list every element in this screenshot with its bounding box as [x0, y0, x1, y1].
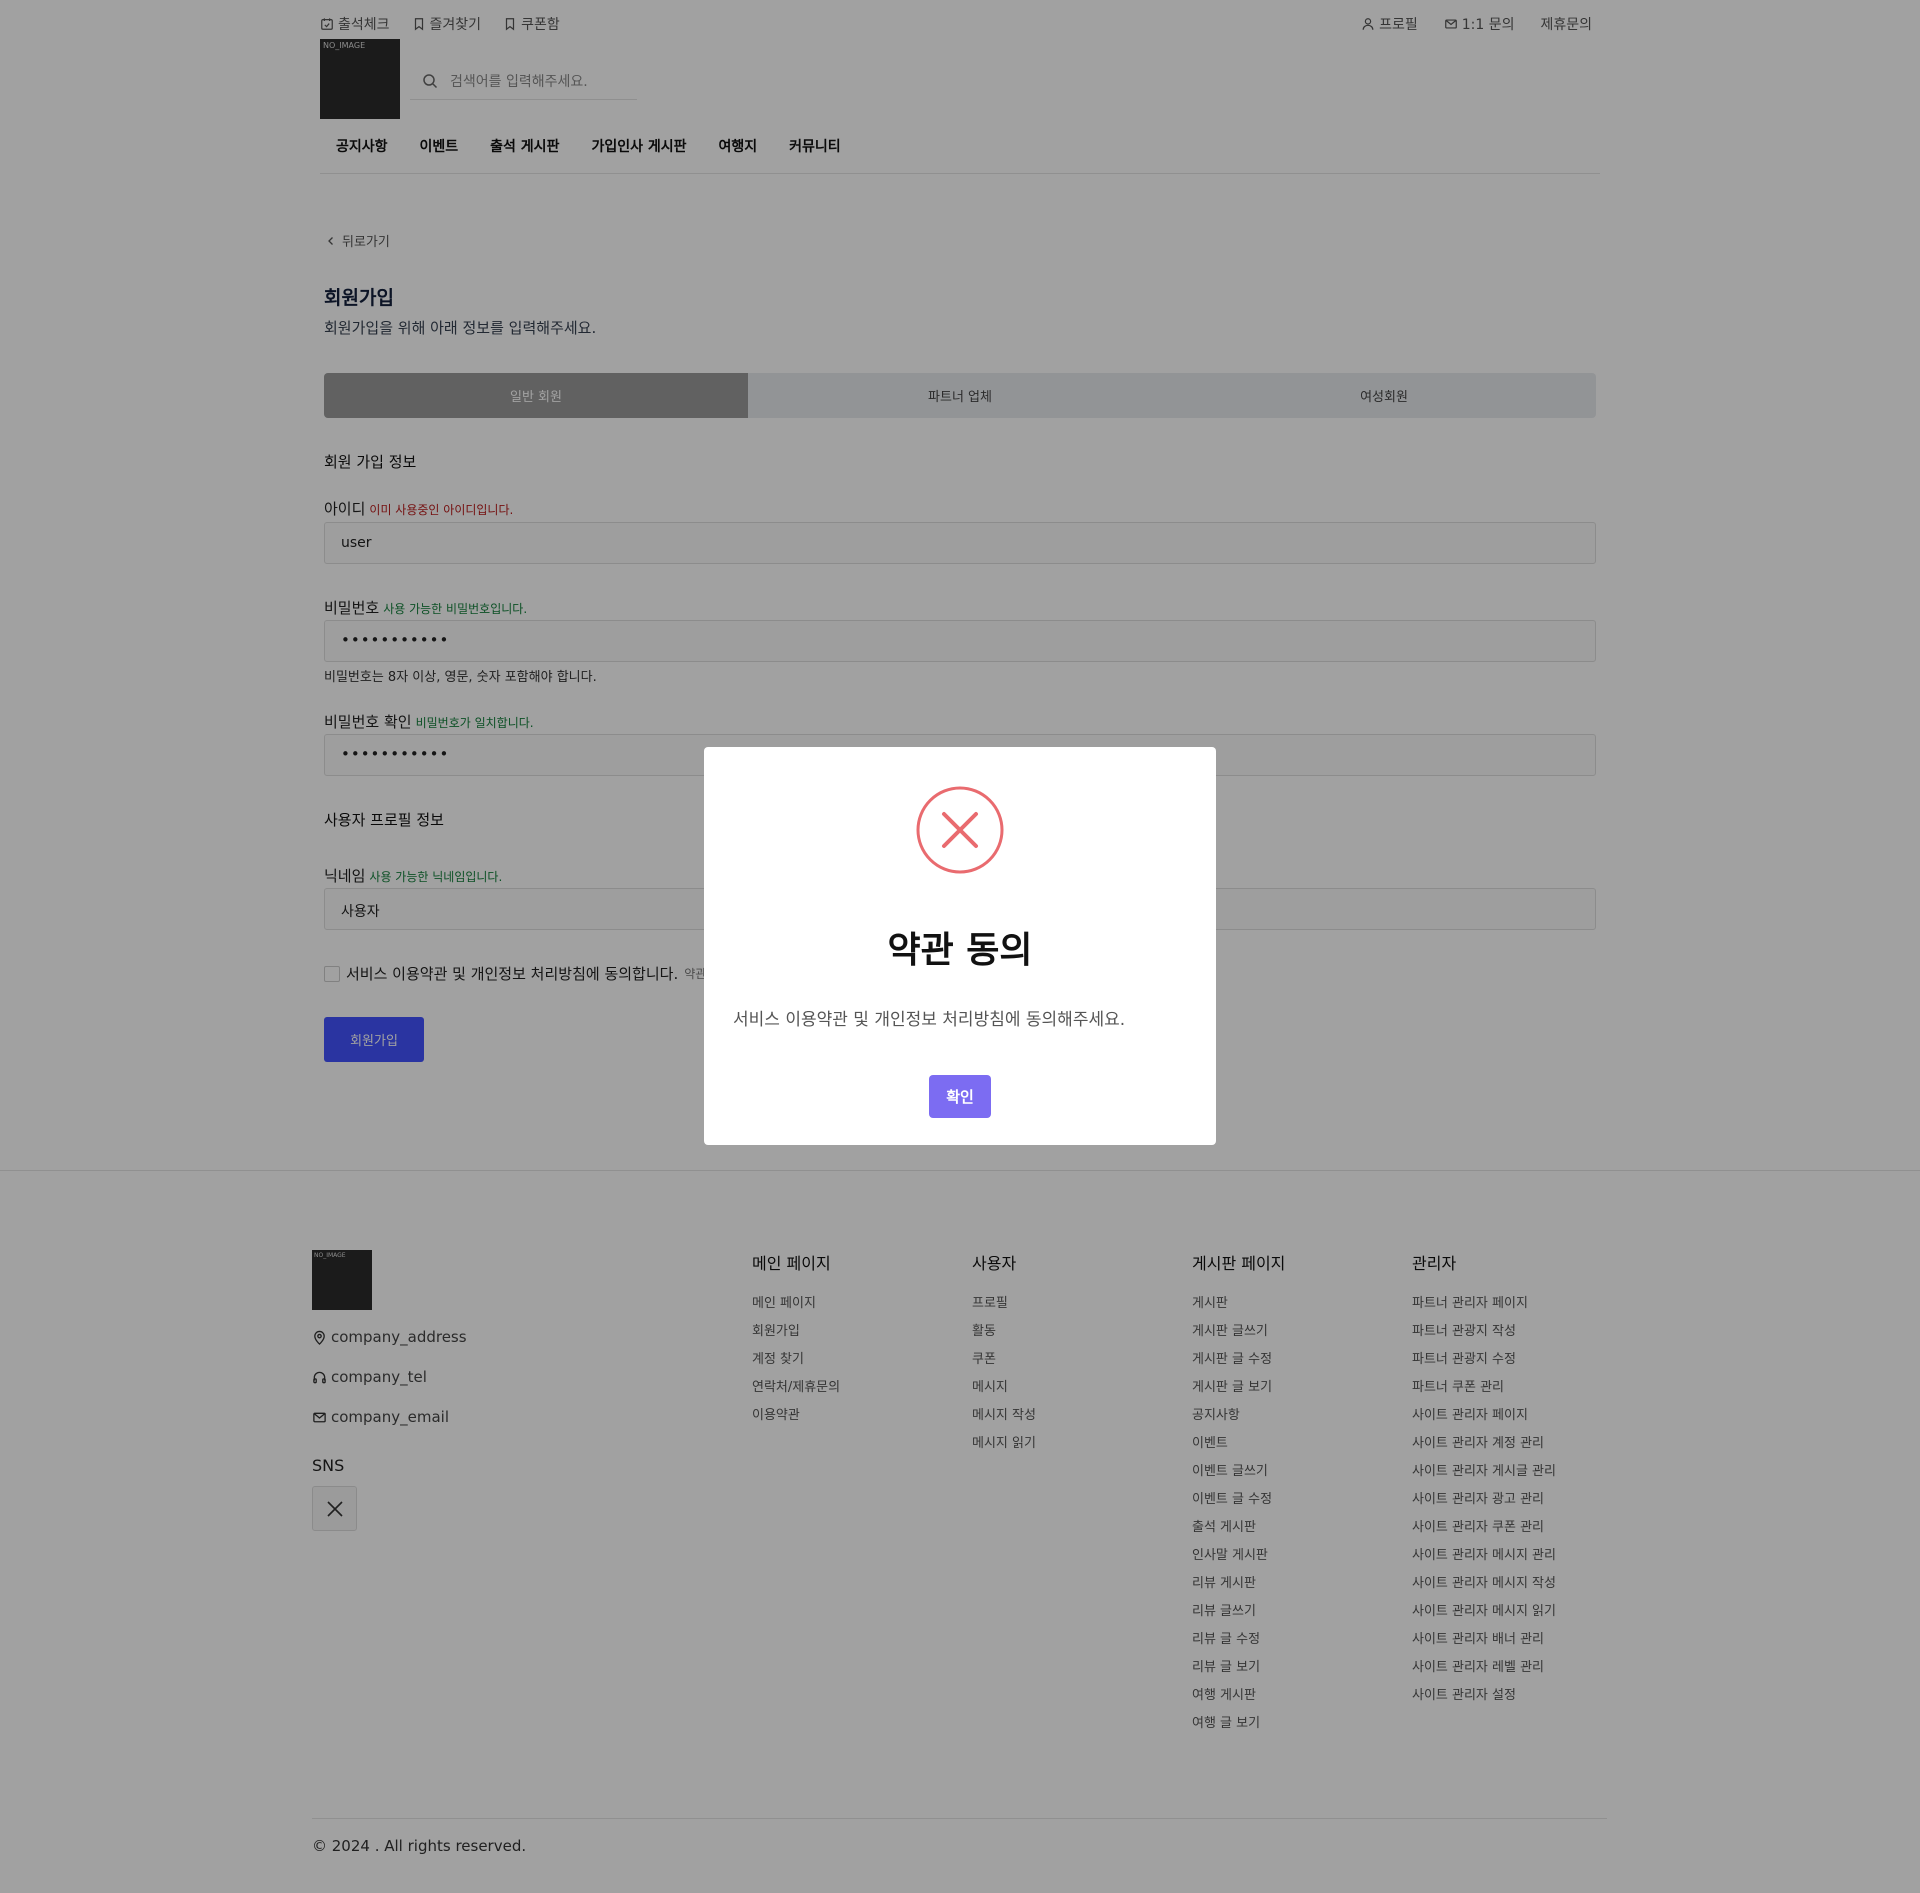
error-x-circle-icon — [916, 786, 1004, 874]
dialog-title: 약관 동의 — [887, 930, 1033, 971]
dialog-message: 서비스 이용약관 및 개인정보 처리방침에 동의해주세요. — [733, 1010, 1126, 1030]
terms-alert-dialog: 약관 동의 서비스 이용약관 및 개인정보 처리방침에 동의해주세요. 확인 — [704, 747, 1216, 1145]
dialog-confirm-button[interactable]: 확인 — [929, 1075, 991, 1118]
